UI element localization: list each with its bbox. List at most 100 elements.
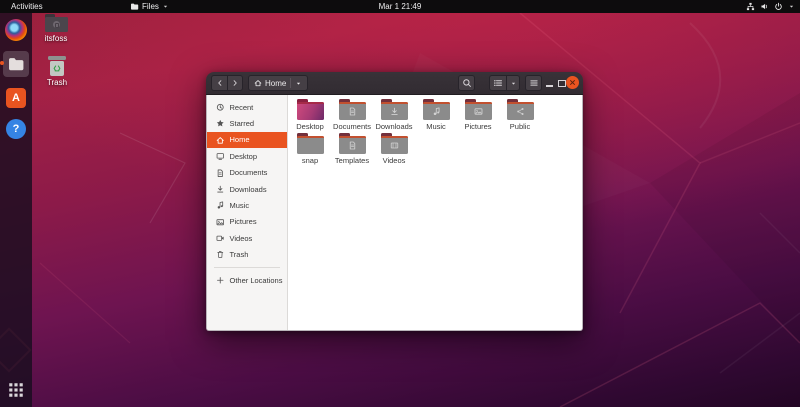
firefox-icon [5,19,27,41]
maximize-button[interactable] [558,80,566,87]
chevron-right-icon [231,79,239,87]
folder-videos[interactable]: Videos [373,133,415,166]
divider [290,78,291,88]
hamburger-menu-button[interactable] [525,75,542,91]
list-view-button[interactable] [489,75,506,91]
folder-label: Public [510,122,530,131]
dock-item-firefox[interactable] [4,18,28,42]
folder-label: Templates [335,156,369,165]
ubuntu-software-icon: A [6,88,26,108]
clock-label: Mar 1 21:49 [379,2,422,11]
sidebar-item-recent[interactable]: Recent [207,99,287,115]
folder-label: Desktop [296,122,324,131]
show-applications-button[interactable] [7,381,25,399]
close-button[interactable] [566,76,579,89]
document-emblem-icon [348,107,357,116]
dock-item-ubuntu-software[interactable]: A [4,86,28,110]
folder-pictures[interactable]: Pictures [457,99,499,132]
volume-icon [760,2,769,11]
film-emblem-icon [390,141,399,150]
path-bar[interactable]: Home [248,75,308,91]
folder-icon [339,99,366,120]
folder-icon [465,99,492,120]
desktop-icon-label: Trash [47,78,67,87]
running-indicator [0,61,4,65]
share-emblem-icon [516,107,525,116]
folder-templates[interactable]: Templates [331,133,373,166]
folder-downloads[interactable]: Downloads [373,99,415,132]
network-icon [746,2,755,11]
video-icon [216,234,225,243]
trash-icon [216,250,225,259]
chevron-left-icon [216,79,224,87]
sidebar-item-downloads[interactable]: Downloads [207,181,287,197]
desktop-icon-label: itsfoss [45,34,68,43]
forward-button[interactable] [227,75,243,91]
clock[interactable]: Mar 1 21:49 [0,0,800,13]
clock-icon [216,103,225,112]
desktop-icon-trash[interactable]: Trash [34,56,80,87]
picture-icon [216,218,225,227]
software-glyph: A [12,92,20,104]
folder-icon [507,99,534,120]
folder-icon [297,133,324,154]
plus-icon [216,276,225,285]
close-icon [569,79,576,86]
sidebar-item-other-locations[interactable]: Other Locations [207,272,287,288]
folder-desktop[interactable]: Desktop [289,99,331,132]
folder-public[interactable]: Public [499,99,541,132]
folder-icon [339,133,366,154]
folder-icon [381,99,408,120]
window-titlebar[interactable]: Home [206,72,583,95]
folder-documents[interactable]: Documents [331,99,373,132]
chevron-down-icon [510,80,517,87]
chevron-down-icon [788,3,795,10]
folder-label: Music [426,122,446,131]
help-icon: ? [6,119,26,139]
dock-item-files[interactable] [3,51,29,77]
files-icon [7,55,25,73]
system-status-area[interactable] [746,0,795,13]
power-icon [774,2,783,11]
sidebar-item-starred[interactable]: Starred [207,115,287,131]
dock: A ? [0,13,32,407]
dock-item-help[interactable]: ? [4,117,28,141]
sidebar-item-music[interactable]: Music [207,197,287,213]
star-icon [216,119,225,128]
chevron-down-icon [295,80,302,87]
sidebar-item-label: Documents [230,168,268,177]
music-emblem-icon [432,107,441,116]
minimize-button[interactable] [546,85,553,87]
file-grid[interactable]: Desktop Documents Downloads Music Pictur… [288,95,582,330]
document-icon [216,169,225,178]
sidebar-item-label: Videos [230,234,253,243]
folder-label: Pictures [464,122,491,131]
sidebar-item-label: Trash [230,250,249,259]
back-button[interactable] [211,75,227,91]
sidebar-item-documents[interactable]: Documents [207,165,287,181]
sidebar-item-videos[interactable]: Videos [207,230,287,246]
folder-label: Downloads [375,122,412,131]
sidebar-item-label: Downloads [230,185,267,194]
sidebar-item-label: Starred [230,119,255,128]
list-view-icon [493,78,503,88]
sidebar-item-home[interactable]: Home [207,132,287,148]
music-note-icon [216,201,225,210]
top-bar: Activities Files Mar 1 21:49 [0,0,800,13]
sidebar-item-trash[interactable]: Trash [207,247,287,263]
desktop-icon-itsfoss[interactable]: itsfoss [33,14,79,43]
divider [214,267,280,268]
desktop-icon [216,152,225,161]
view-options-button[interactable] [506,75,520,91]
recycle-icon [52,63,62,73]
sidebar-item-label: Home [230,135,250,144]
folder-snap[interactable]: snap [289,133,331,166]
folder-music[interactable]: Music [415,99,457,132]
itsfoss-folder-icon [45,14,68,32]
path-location-label: Home [265,79,286,88]
folder-icon [297,99,324,120]
sidebar-item-desktop[interactable]: Desktop [207,148,287,164]
search-icon [462,78,472,88]
sidebar-item-pictures[interactable]: Pictures [207,214,287,230]
search-button[interactable] [458,75,475,91]
